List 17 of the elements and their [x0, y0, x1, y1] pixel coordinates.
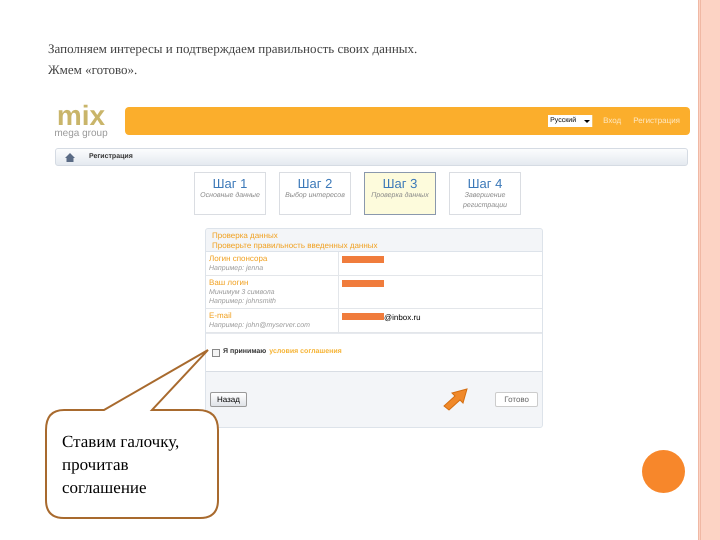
slide-title: Заполняем интересы и подтверждаем правильность своих данных. [48, 40, 418, 58]
slide-title: Жмем «готово». [48, 61, 138, 79]
field-label: E-mail [209, 311, 233, 321]
field-label: Ваш логин [209, 278, 250, 288]
form-subtitle: Проверьте правильность введенных данных [212, 241, 379, 251]
agreement-checkbox[interactable] [212, 348, 220, 356]
logo-tagline: mega group [54, 129, 108, 139]
field-value: @inbox.ru [384, 312, 421, 324]
back-button[interactable]: Назад [210, 392, 247, 407]
callout-text: Ставим галочку, прочитав соглашение [62, 431, 180, 499]
pointer-arrow-icon [442, 388, 468, 412]
caret-icon [584, 120, 590, 122]
form-title: Проверка данных [212, 231, 279, 241]
done-button[interactable]: Готово [495, 392, 538, 407]
logo-wordmark: mix [56, 103, 106, 129]
field-label: Логин спонсора [209, 254, 268, 264]
home-icon[interactable] [65, 152, 75, 162]
